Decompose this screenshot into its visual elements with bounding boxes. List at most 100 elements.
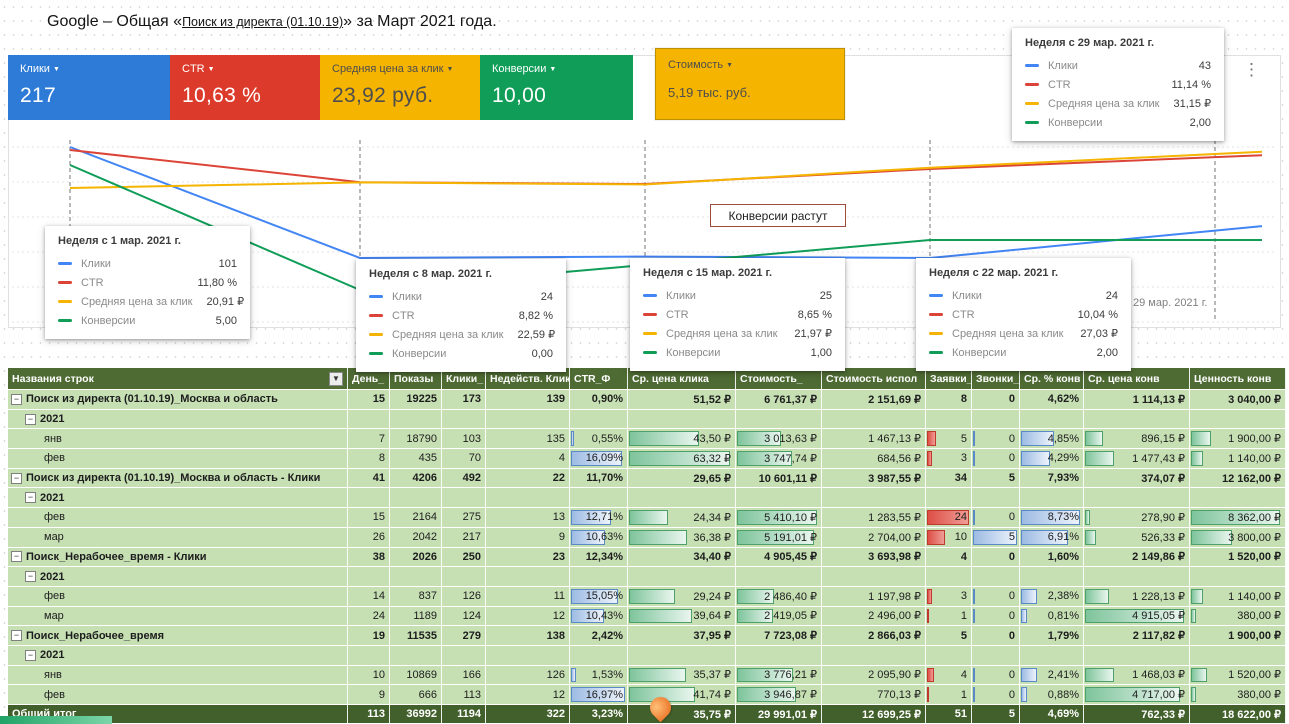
table-cell[interactable]: 16,97% bbox=[570, 685, 628, 704]
row-label-cell[interactable]: янв bbox=[8, 665, 348, 685]
table-cell[interactable]: 3 bbox=[926, 449, 972, 468]
table-cell[interactable]: 113 bbox=[348, 705, 390, 723]
table-cell[interactable]: 2026 bbox=[390, 547, 442, 567]
scorecard-3[interactable]: Средняя цена за клик ▼ 23,92 руб. bbox=[320, 55, 480, 120]
table-cell[interactable]: 1 283,55 ₽ bbox=[822, 508, 926, 527]
table-cell[interactable] bbox=[628, 567, 736, 586]
table-cell[interactable]: 2,41% bbox=[1020, 665, 1084, 685]
table-cell[interactable] bbox=[1084, 488, 1190, 508]
row-label-cell[interactable]: −2021 bbox=[8, 488, 348, 508]
table-cell[interactable] bbox=[442, 409, 486, 429]
table-cell[interactable]: 322 bbox=[486, 705, 570, 723]
table-cell[interactable]: 103 bbox=[442, 429, 486, 449]
table-cell[interactable]: 2 486,40 ₽ bbox=[736, 586, 822, 606]
table-cell[interactable]: 5 bbox=[926, 626, 972, 645]
dropdown-caret-icon[interactable]: ▼ bbox=[549, 66, 556, 73]
table-cell[interactable] bbox=[972, 409, 1020, 429]
table-cell[interactable]: 1194 bbox=[442, 705, 486, 723]
table-cell[interactable]: 4,62% bbox=[1020, 390, 1084, 409]
table-cell[interactable]: 4,85% bbox=[1020, 429, 1084, 449]
table-cell[interactable]: 896,15 ₽ bbox=[1084, 429, 1190, 449]
collapse-button[interactable]: − bbox=[11, 393, 22, 405]
table-cell[interactable] bbox=[442, 645, 486, 665]
table-cell[interactable]: 24 bbox=[926, 508, 972, 527]
table-cell[interactable]: 3,23% bbox=[570, 705, 628, 723]
table-cell[interactable]: 12 699,25 ₽ bbox=[822, 705, 926, 723]
table-cell[interactable]: 0,55% bbox=[570, 429, 628, 449]
row-label-cell[interactable]: фев bbox=[8, 508, 348, 527]
table-cell[interactable]: 2,38% bbox=[1020, 586, 1084, 606]
table-cell[interactable]: 70 bbox=[442, 449, 486, 468]
table-cell[interactable]: 29,24 ₽ bbox=[628, 586, 736, 606]
table-cell[interactable]: 0,88% bbox=[1020, 685, 1084, 704]
table-cell[interactable] bbox=[822, 409, 926, 429]
table-cell[interactable]: 139 bbox=[486, 390, 570, 409]
table-cell[interactable]: 41 bbox=[348, 468, 390, 488]
table-cell[interactable]: 22 bbox=[486, 468, 570, 488]
table-cell[interactable] bbox=[736, 488, 822, 508]
table-cell[interactable]: 18 622,00 ₽ bbox=[1190, 705, 1286, 723]
table-cell[interactable] bbox=[1190, 567, 1286, 586]
table-cell[interactable]: 63,32 ₽ bbox=[628, 449, 736, 468]
table-cell[interactable] bbox=[570, 645, 628, 665]
table-cell[interactable]: 51 bbox=[926, 705, 972, 723]
table-cell[interactable] bbox=[1020, 567, 1084, 586]
table-cell[interactable]: 3 693,98 ₽ bbox=[822, 547, 926, 567]
table-cell[interactable]: 19 bbox=[348, 626, 390, 645]
table-cell[interactable]: 0 bbox=[972, 508, 1020, 527]
table-cell[interactable]: 2 095,90 ₽ bbox=[822, 665, 926, 685]
table-cell[interactable]: 2 149,86 ₽ bbox=[1084, 547, 1190, 567]
row-label-cell[interactable]: фев bbox=[8, 586, 348, 606]
table-cell[interactable]: 8,73% bbox=[1020, 508, 1084, 527]
dropdown-caret-icon[interactable]: ▼ bbox=[208, 66, 215, 73]
table-cell[interactable]: 4206 bbox=[390, 468, 442, 488]
table-cell[interactable] bbox=[972, 488, 1020, 508]
table-cell[interactable]: 39,64 ₽ bbox=[628, 606, 736, 626]
table-cell[interactable]: 8 362,00 ₽ bbox=[1190, 508, 1286, 527]
table-cell[interactable] bbox=[486, 567, 570, 586]
table-cell[interactable] bbox=[822, 645, 926, 665]
table-cell[interactable] bbox=[486, 488, 570, 508]
table-cell[interactable]: 0 bbox=[972, 547, 1020, 567]
table-cell[interactable]: 2 117,82 ₽ bbox=[1084, 626, 1190, 645]
table-cell[interactable]: 1 114,13 ₽ bbox=[1084, 390, 1190, 409]
table-cell[interactable]: 4,69% bbox=[1020, 705, 1084, 723]
dropdown-caret-icon[interactable]: ▼ bbox=[446, 66, 453, 73]
table-cell[interactable] bbox=[348, 567, 390, 586]
table-cell[interactable]: 0 bbox=[972, 449, 1020, 468]
table-cell[interactable]: 5 bbox=[926, 429, 972, 449]
row-label-cell[interactable]: янв bbox=[8, 429, 348, 449]
table-cell[interactable] bbox=[442, 488, 486, 508]
table-cell[interactable] bbox=[486, 645, 570, 665]
table-cell[interactable]: 2042 bbox=[390, 527, 442, 547]
table-cell[interactable] bbox=[1020, 488, 1084, 508]
table-cell[interactable]: 5 191,01 ₽ bbox=[736, 527, 822, 547]
dropdown-caret-icon[interactable]: ▼ bbox=[726, 62, 733, 69]
table-cell[interactable]: 7,93% bbox=[1020, 468, 1084, 488]
table-cell[interactable] bbox=[972, 567, 1020, 586]
table-cell[interactable]: 1 467,13 ₽ bbox=[822, 429, 926, 449]
collapse-button[interactable]: − bbox=[25, 413, 36, 425]
table-cell[interactable]: 4 915,05 ₽ bbox=[1084, 606, 1190, 626]
table-cell[interactable] bbox=[1020, 409, 1084, 429]
table-cell[interactable]: 10869 bbox=[390, 665, 442, 685]
table-cell[interactable] bbox=[1084, 645, 1190, 665]
collapse-button[interactable]: − bbox=[11, 630, 22, 642]
table-cell[interactable]: 4 bbox=[486, 449, 570, 468]
table-cell[interactable] bbox=[736, 567, 822, 586]
table-cell[interactable]: 380,00 ₽ bbox=[1190, 606, 1286, 626]
filter-dropdown-icon[interactable]: ▼ bbox=[329, 371, 343, 386]
table-cell[interactable]: 14 bbox=[348, 586, 390, 606]
table-cell[interactable]: 3 bbox=[926, 586, 972, 606]
table-cell[interactable]: 3 747,74 ₽ bbox=[736, 449, 822, 468]
table-cell[interactable]: 2 704,00 ₽ bbox=[822, 527, 926, 547]
table-cell[interactable] bbox=[972, 645, 1020, 665]
table-cell[interactable]: 24 bbox=[348, 606, 390, 626]
table-cell[interactable]: 11 bbox=[486, 586, 570, 606]
table-cell[interactable]: 12 bbox=[486, 606, 570, 626]
table-cell[interactable]: 5 bbox=[972, 527, 1020, 547]
table-cell[interactable]: 0,90% bbox=[570, 390, 628, 409]
table-cell[interactable]: 1 197,98 ₽ bbox=[822, 586, 926, 606]
table-cell[interactable]: 275 bbox=[442, 508, 486, 527]
table-cell[interactable]: 124 bbox=[442, 606, 486, 626]
